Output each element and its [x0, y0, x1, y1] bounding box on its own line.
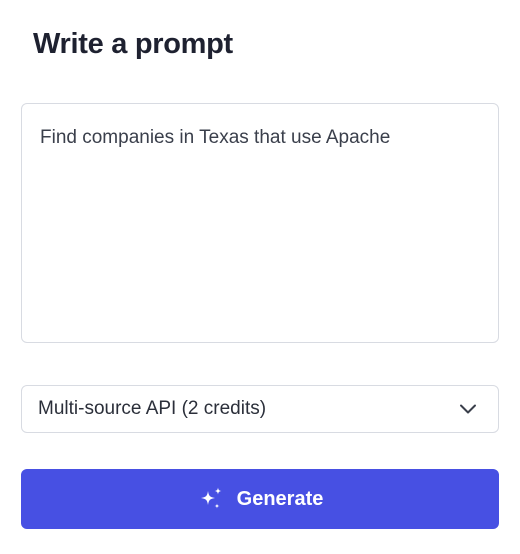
page-title: Write a prompt — [33, 28, 233, 60]
source-select[interactable]: Multi-source API (2 credits) — [21, 385, 499, 433]
sparkles-icon — [197, 485, 225, 513]
prompt-textarea[interactable]: Find companies in Texas that use Apache — [21, 103, 499, 343]
generate-button-label: Generate — [236, 487, 324, 510]
source-select-value: Multi-source API (2 credits) — [38, 398, 267, 419]
generate-button[interactable]: Generate — [21, 469, 499, 529]
prompt-panel: Write a prompt Find companies in Texas t… — [0, 0, 520, 554]
chevron-down-icon — [458, 399, 478, 419]
